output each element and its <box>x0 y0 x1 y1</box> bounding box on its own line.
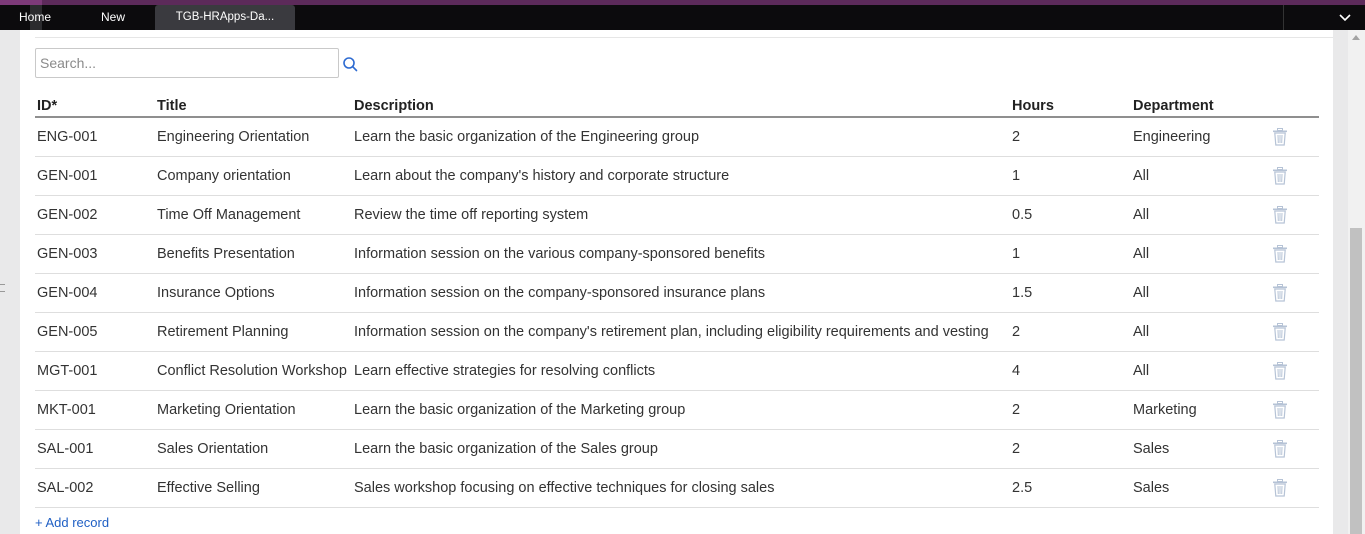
cell-description[interactable]: Information session on the various compa… <box>354 246 765 262</box>
cell-department[interactable]: All <box>1133 246 1149 262</box>
trash-icon[interactable] <box>1272 362 1288 380</box>
scroll-up-arrow-icon[interactable] <box>1352 35 1360 40</box>
records-table: ID* Title Description Hours Department E… <box>35 90 1319 508</box>
cell-id[interactable]: GEN-002 <box>37 207 97 223</box>
cell-title[interactable]: Sales Orientation <box>157 441 268 457</box>
panel-divider <box>35 37 1333 38</box>
tab-home[interactable]: Home <box>0 5 70 30</box>
cell-hours[interactable]: 2 <box>1012 441 1020 457</box>
search-icon[interactable] <box>342 56 358 72</box>
cell-description[interactable]: Information session on the company-spons… <box>354 285 765 301</box>
tab-active-document[interactable]: TGB-HRApps-Da... <box>155 5 295 30</box>
table-body: ENG-001 Engineering Orientation Learn th… <box>35 118 1319 508</box>
vertical-scrollbar[interactable] <box>1348 30 1365 534</box>
table-header: ID* Title Description Hours Department <box>35 90 1319 118</box>
cell-id[interactable]: SAL-002 <box>37 480 93 496</box>
tab-bar: Home New TGB-HRApps-Da... <box>0 5 1365 30</box>
cell-department[interactable]: Engineering <box>1133 129 1210 145</box>
table-row[interactable]: GEN-003 Benefits Presentation Informatio… <box>35 235 1319 274</box>
table-row[interactable]: GEN-004 Insurance Options Information se… <box>35 274 1319 313</box>
cell-id[interactable]: GEN-005 <box>37 324 97 340</box>
cell-title[interactable]: Retirement Planning <box>157 324 288 340</box>
tab-new[interactable]: New <box>90 5 136 30</box>
table-row[interactable]: MGT-001 Conflict Resolution Workshop Lea… <box>35 352 1319 391</box>
cell-id[interactable]: GEN-003 <box>37 246 97 262</box>
table-row[interactable]: GEN-005 Retirement Planning Information … <box>35 313 1319 352</box>
chevron-down-icon[interactable] <box>1335 10 1355 26</box>
cell-id[interactable]: GEN-004 <box>37 285 97 301</box>
header-description[interactable]: Description <box>354 98 434 114</box>
left-gutter <box>0 30 20 534</box>
tab-label: TGB-HRApps-Da... <box>175 11 275 23</box>
cell-hours[interactable]: 2 <box>1012 129 1020 145</box>
tab-label: Home <box>18 10 51 24</box>
table-row[interactable]: GEN-001 Company orientation Learn about … <box>35 157 1319 196</box>
cell-description[interactable]: Sales workshop focusing on effective tec… <box>354 480 774 496</box>
cell-hours[interactable]: 1.5 <box>1012 285 1032 301</box>
cell-id[interactable]: MKT-001 <box>37 402 96 418</box>
cell-description[interactable]: Learn about the company's history and co… <box>354 168 729 184</box>
cell-description[interactable]: Learn the basic organization of the Engi… <box>354 129 699 145</box>
header-department[interactable]: Department <box>1133 98 1214 114</box>
cell-department[interactable]: All <box>1133 324 1149 340</box>
trash-icon[interactable] <box>1272 284 1288 302</box>
cell-title[interactable]: Benefits Presentation <box>157 246 295 262</box>
cell-department[interactable]: All <box>1133 168 1149 184</box>
cell-id[interactable]: ENG-001 <box>37 129 97 145</box>
cell-hours[interactable]: 2 <box>1012 402 1020 418</box>
table-row[interactable]: MKT-001 Marketing Orientation Learn the … <box>35 391 1319 430</box>
cell-title[interactable]: Engineering Orientation <box>157 129 309 145</box>
cell-department[interactable]: All <box>1133 285 1149 301</box>
cell-department[interactable]: Sales <box>1133 441 1169 457</box>
header-title[interactable]: Title <box>157 98 187 114</box>
tab-label: New <box>100 10 125 24</box>
cell-description[interactable]: Review the time off reporting system <box>354 207 588 223</box>
cell-title[interactable]: Company orientation <box>157 168 291 184</box>
cell-department[interactable]: Marketing <box>1133 402 1197 418</box>
scrollbar-thumb[interactable] <box>1350 228 1362 534</box>
cell-hours[interactable]: 0.5 <box>1012 207 1032 223</box>
cell-title[interactable]: Conflict Resolution Workshop <box>157 363 347 379</box>
cell-description[interactable]: Learn effective strategies for resolving… <box>354 363 655 379</box>
trash-icon[interactable] <box>1272 323 1288 341</box>
cell-title[interactable]: Insurance Options <box>157 285 275 301</box>
cell-id[interactable]: GEN-001 <box>37 168 97 184</box>
trash-icon[interactable] <box>1272 401 1288 419</box>
cell-department[interactable]: All <box>1133 363 1149 379</box>
table-row[interactable]: SAL-001 Sales Orientation Learn the basi… <box>35 430 1319 469</box>
resize-handle[interactable] <box>0 284 5 292</box>
table-row[interactable]: GEN-002 Time Off Management Review the t… <box>35 196 1319 235</box>
header-hours[interactable]: Hours <box>1012 98 1054 114</box>
trash-icon[interactable] <box>1272 128 1288 146</box>
cell-description[interactable]: Learn the basic organization of the Mark… <box>354 402 685 418</box>
trash-icon[interactable] <box>1272 245 1288 263</box>
cell-title[interactable]: Time Off Management <box>157 207 300 223</box>
cell-department[interactable]: All <box>1133 207 1149 223</box>
table-row[interactable]: SAL-002 Effective Selling Sales workshop… <box>35 469 1319 508</box>
cell-id[interactable]: MGT-001 <box>37 363 97 379</box>
records-panel: ID* Title Description Hours Department E… <box>20 30 1333 534</box>
trash-icon[interactable] <box>1272 440 1288 458</box>
add-record-link[interactable]: + Add record <box>35 515 109 530</box>
cell-hours[interactable]: 1 <box>1012 246 1020 262</box>
cell-hours[interactable]: 1 <box>1012 168 1020 184</box>
cell-id[interactable]: SAL-001 <box>37 441 93 457</box>
trash-icon[interactable] <box>1272 167 1288 185</box>
search-input[interactable] <box>35 48 339 78</box>
cell-hours[interactable]: 2 <box>1012 324 1020 340</box>
cell-department[interactable]: Sales <box>1133 480 1169 496</box>
cell-title[interactable]: Effective Selling <box>157 480 260 496</box>
cell-description[interactable]: Learn the basic organization of the Sale… <box>354 441 658 457</box>
cell-title[interactable]: Marketing Orientation <box>157 402 296 418</box>
cell-description[interactable]: Information session on the company's ret… <box>354 324 989 340</box>
tab-bar-divider <box>1283 5 1284 30</box>
table-row[interactable]: ENG-001 Engineering Orientation Learn th… <box>35 118 1319 157</box>
trash-icon[interactable] <box>1272 479 1288 497</box>
cell-hours[interactable]: 2.5 <box>1012 480 1032 496</box>
header-id[interactable]: ID* <box>37 98 57 114</box>
trash-icon[interactable] <box>1272 206 1288 224</box>
cell-hours[interactable]: 4 <box>1012 363 1020 379</box>
